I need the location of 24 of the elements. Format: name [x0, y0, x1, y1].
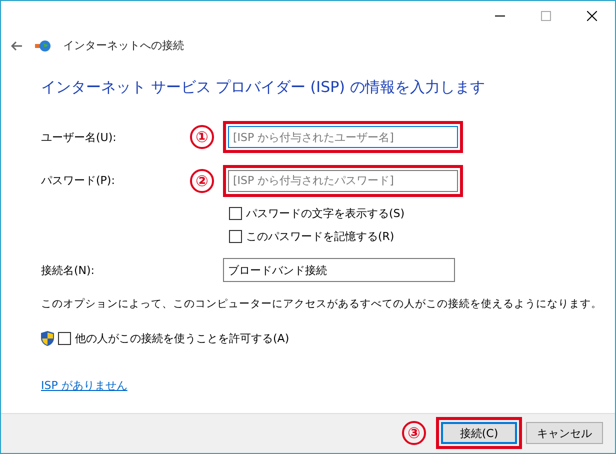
cancel-button[interactable]: キャンセル — [526, 422, 603, 444]
field-label: パスワード(P): — [41, 173, 116, 188]
connect-button[interactable]: 接続(C) — [441, 422, 517, 444]
window-title: インターネットへの接続 — [63, 38, 184, 54]
step-number: ② — [190, 168, 214, 193]
close-icon — [587, 11, 597, 21]
checkbox[interactable]: 他の人がこの接続を使うことを許可する(A) — [58, 330, 290, 346]
checkbox[interactable]: パスワードの文字を表示する(S) — [229, 206, 405, 222]
input-field[interactable]: ブロードバンド接続 — [223, 258, 455, 282]
maximize-icon — [541, 11, 551, 21]
checkbox[interactable]: このパスワードを記憶する(R) — [229, 228, 394, 244]
globe-icon — [35, 38, 51, 53]
description-text: このオプションによって、このコンピューターにアクセスがあるすべての人がこの接続を使えるようになります。 — [40, 296, 603, 312]
field-label: ユーザー名(U): — [41, 130, 118, 145]
input-field[interactable]: [ISP から付与されたパスワード] — [228, 170, 458, 192]
shield-icon — [41, 330, 54, 346]
back-arrow-icon[interactable] — [11, 40, 23, 51]
minimize-icon — [495, 15, 505, 17]
step-number: ③ — [402, 421, 426, 446]
input-field[interactable]: [ISP から付与されたユーザー名] — [228, 126, 458, 148]
field-label: 接続名(N): — [41, 262, 96, 278]
step-number: ① — [190, 125, 214, 150]
page-heading: インターネット サービス プロバイダー (ISP) の情報を入力します — [40, 77, 486, 98]
no-isp-link[interactable]: ISP がありません — [41, 378, 128, 393]
